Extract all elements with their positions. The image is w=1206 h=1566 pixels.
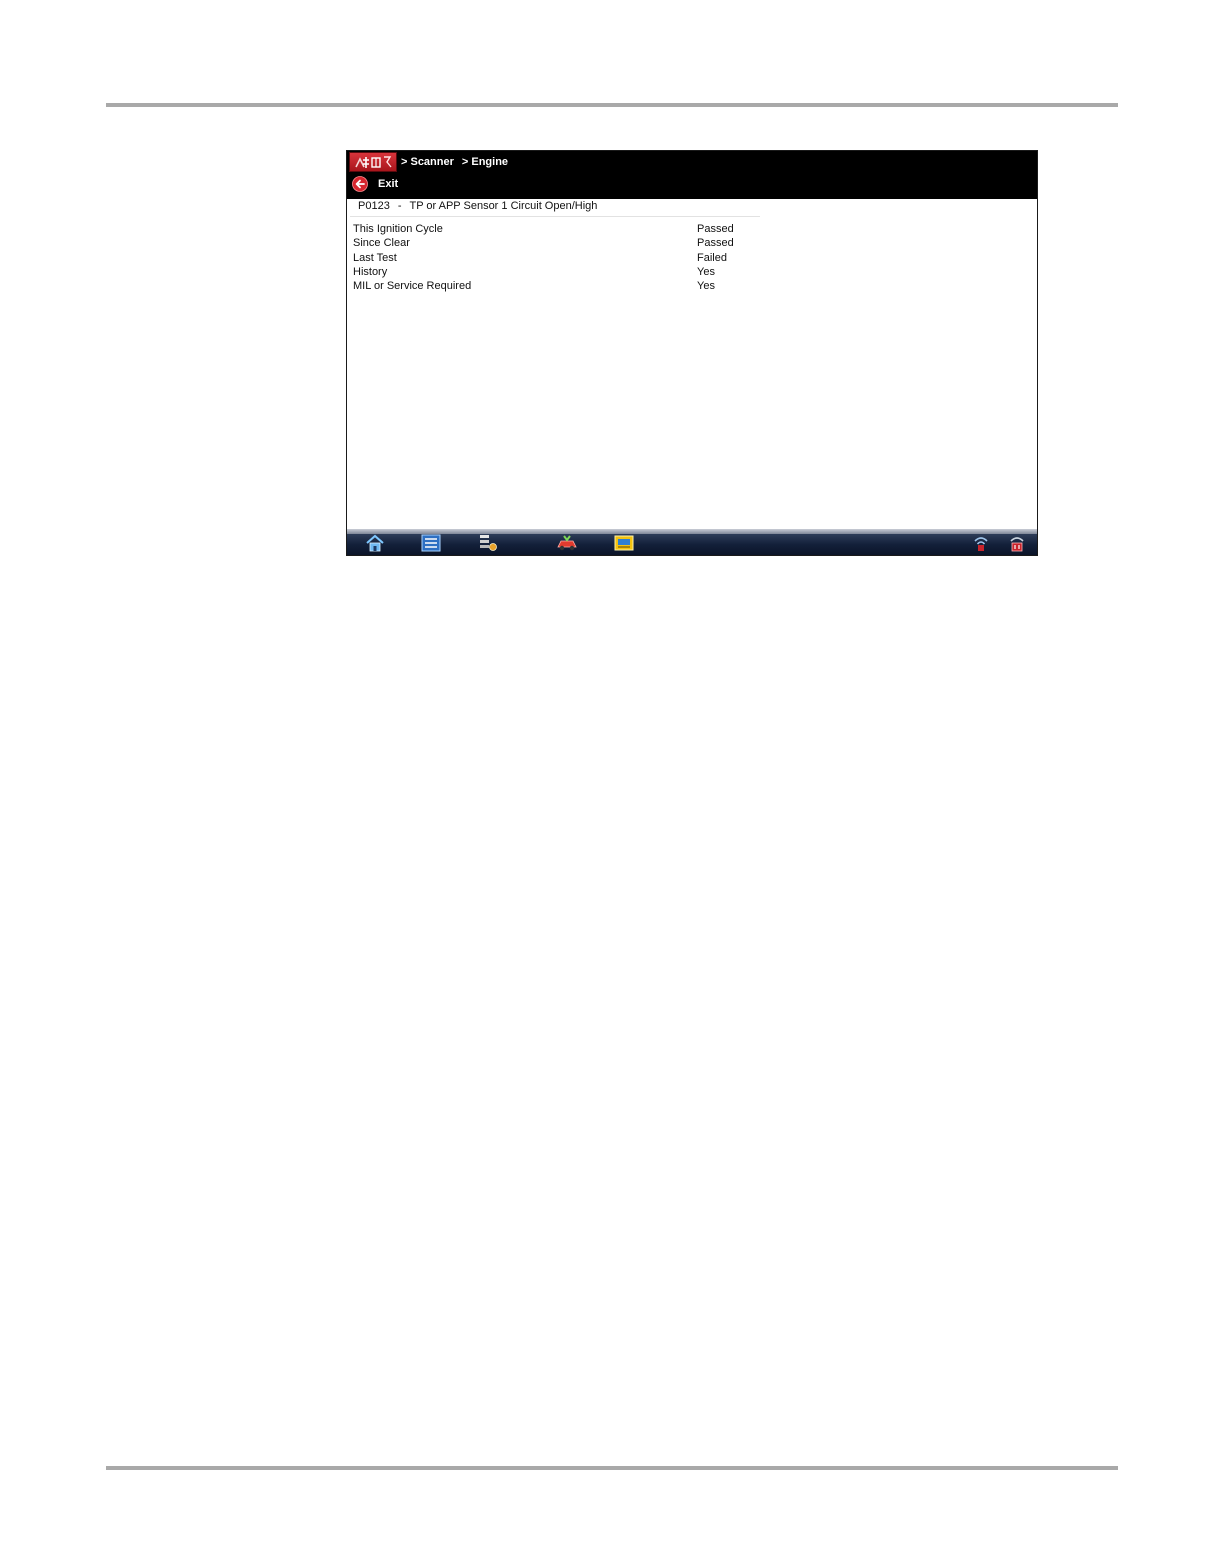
wireless-icon — [974, 537, 988, 551]
breadcrumb: > Scanner > Engine — [401, 154, 516, 170]
table-row: History Yes — [353, 266, 1033, 280]
status-value: Failed — [697, 251, 727, 264]
title-bar: > Scanner > Engine Exit — [347, 151, 1037, 199]
home-icon — [366, 534, 384, 552]
back-arrow-icon — [352, 176, 368, 192]
home-button[interactable] — [359, 532, 391, 554]
page-bottom-rule — [106, 1466, 1118, 1470]
exit-label: Exit — [378, 178, 399, 190]
connection-button[interactable] — [1001, 532, 1033, 554]
status-label: History — [353, 265, 388, 278]
taskbar — [347, 529, 1037, 555]
taskbar-highlight — [347, 529, 1037, 534]
scanner-screen: > Scanner > Engine Exit P0123- TP or APP … — [346, 150, 1038, 556]
vehicle-id-button[interactable] — [551, 532, 583, 554]
vehicle-logo-icon[interactable] — [349, 152, 397, 172]
dtc-header: P0123- TP or APP Sensor 1 Circuit Open/Hi… — [358, 200, 597, 216]
status-value: Yes — [697, 280, 715, 293]
dtc-code: P0123 — [358, 200, 390, 212]
table-row: Since Clear Passed — [353, 237, 1033, 251]
table-row: MIL or Service Required Yes — [353, 280, 1033, 294]
header-divider — [350, 216, 760, 217]
breadcrumb-engine[interactable]: > Engine — [462, 156, 508, 168]
settings-list-button[interactable] — [472, 532, 504, 554]
shop-icon — [614, 535, 634, 551]
wireless-button[interactable] — [965, 532, 997, 554]
dtc-description: TP or APP Sensor 1 Circuit Open/High — [409, 200, 598, 212]
exit-button[interactable]: Exit — [352, 175, 398, 193]
data-list-icon — [421, 534, 441, 552]
breadcrumb-scanner[interactable]: > Scanner — [401, 156, 454, 168]
status-label: Since Clear — [353, 237, 410, 250]
status-value: Passed — [697, 223, 734, 235]
connection-icon — [1010, 537, 1024, 552]
status-value: Yes — [697, 265, 715, 278]
shop-button[interactable] — [608, 532, 640, 554]
data-list-button[interactable] — [415, 532, 447, 554]
dtc-separator: - — [397, 200, 402, 212]
status-value: Passed — [697, 237, 734, 250]
dtc-status-table: This Ignition Cycle Passed Since Clear P… — [353, 223, 1033, 294]
vehicle-id-icon — [557, 535, 577, 551]
table-row: This Ignition Cycle Passed — [353, 223, 1033, 237]
page-top-rule — [106, 103, 1118, 107]
status-label: Last Test — [353, 251, 397, 264]
status-label: This Ignition Cycle — [353, 223, 443, 235]
status-label: MIL or Service Required — [353, 280, 472, 293]
settings-list-icon — [480, 535, 497, 551]
table-row: Last Test Failed — [353, 252, 1033, 266]
